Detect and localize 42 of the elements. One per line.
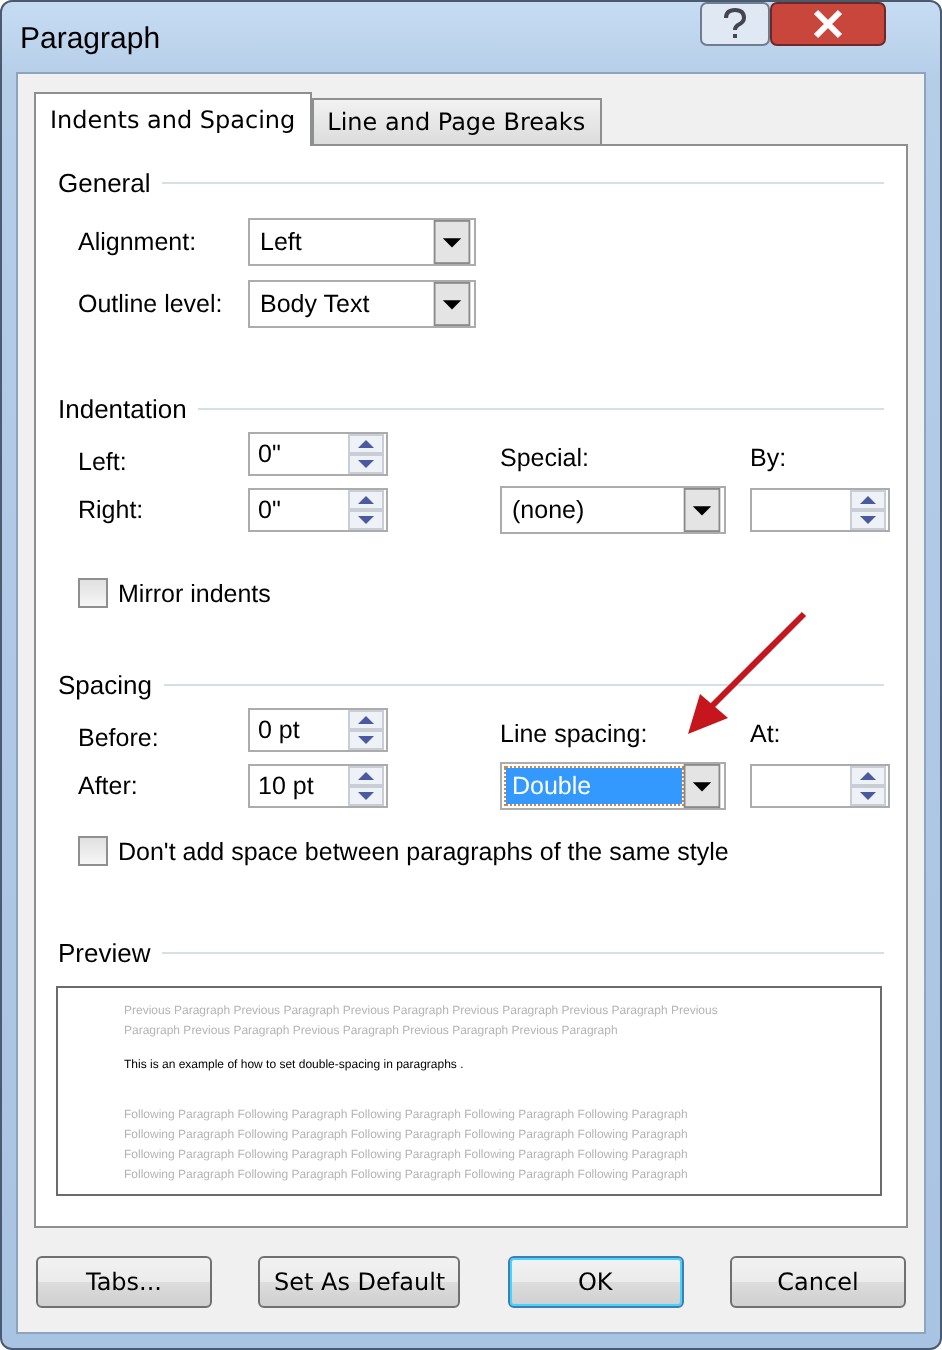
checkbox-label[interactable]: Don't add space between paragraphs of the same style [118,837,729,865]
section-heading: Spacing [58,669,152,699]
dropdown[interactable]: Left [248,218,476,266]
section-heading: Preview [58,937,151,967]
help-icon[interactable] [700,2,770,46]
spinner-icon[interactable] [348,490,384,530]
field-label: Outline level: [78,290,223,318]
field-label: Before: [78,724,159,752]
dialog-button[interactable]: Set As Default [258,1256,461,1308]
dialog-button[interactable]: OK [507,1256,684,1308]
spinner-icon[interactable] [348,766,384,806]
dropdown[interactable]: Body Text [248,280,476,328]
close-icon[interactable] [770,2,886,46]
spin-field[interactable]: 0" [248,488,388,532]
field-label: Line spacing: [500,720,648,748]
checkbox-label[interactable]: Mirror indents [118,579,271,607]
spin-field[interactable] [750,488,890,532]
spinner-icon[interactable] [348,434,384,474]
field-label: Left: [78,448,127,476]
dropdown[interactable]: (none) [500,486,726,534]
field-label: Special: [500,444,589,472]
tab[interactable]: Line and Page Breaks [311,98,602,144]
spinner-icon[interactable] [850,490,886,530]
tab[interactable]: Indents and Spacing [34,92,312,146]
dialog-button[interactable]: Tabs... [36,1256,212,1308]
field-label: By: [750,444,787,472]
spin-field[interactable]: 0 pt [248,708,388,752]
field-label: After: [78,772,138,800]
spin-field[interactable] [750,764,890,808]
spinner-icon[interactable] [348,710,384,750]
field-label: Right: [78,496,144,524]
section-heading: Indentation [58,393,187,423]
section-heading: General [58,167,151,197]
spin-field[interactable]: 0" [248,432,388,476]
field-label: Alignment: [78,228,197,256]
window-title: Paragraph [20,22,161,56]
checkbox[interactable] [78,578,108,608]
dialog-button[interactable]: Cancel [729,1256,906,1308]
field-label: At: [750,720,781,748]
spin-field[interactable]: 10 pt [248,764,388,808]
spinner-icon[interactable] [850,766,886,806]
checkbox[interactable] [78,836,108,866]
